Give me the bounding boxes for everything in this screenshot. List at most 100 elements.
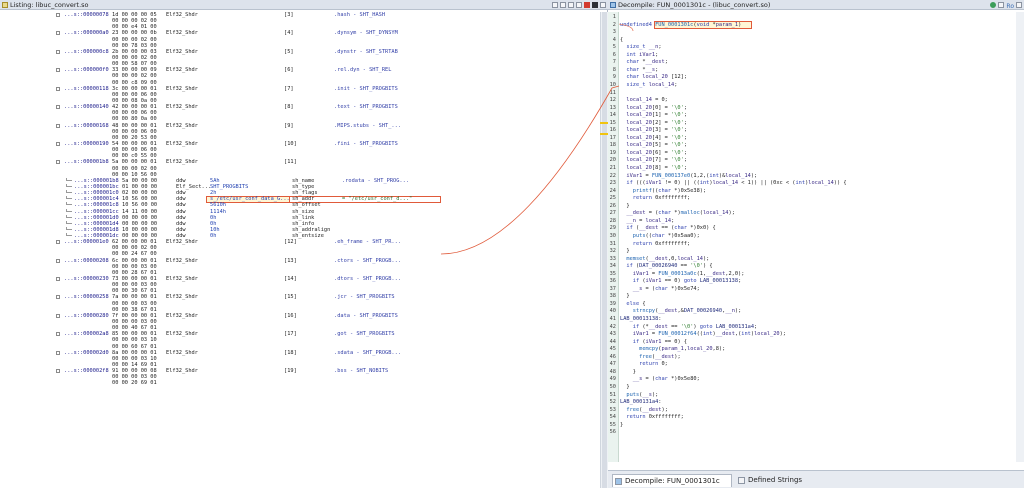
code-line[interactable]: int iVar1; (620, 52, 658, 58)
code-line[interactable]: if (((iVar1 != 0) || ((int)local_14 < 1)… (620, 180, 846, 186)
code-line[interactable]: __n = local_14; (620, 218, 674, 224)
read-only-toggle[interactable]: Ro (1006, 2, 1014, 9)
code-line[interactable]: printf((char *)0x5e38); (620, 188, 706, 194)
tree-line (66, 233, 72, 237)
code-line[interactable]: __dest = (char *)malloc(local_14); (620, 210, 735, 216)
code-line[interactable]: LAB_00013138: (620, 316, 661, 322)
code-line[interactable]: local_20[7] = '\0'; (620, 157, 687, 163)
code-line[interactable]: if (*__dest == '\0') goto LAB_000131a4; (620, 324, 757, 330)
code-line[interactable]: __s = (char *)0x5e74; (620, 286, 700, 292)
line-number: 37 (609, 285, 616, 292)
code-line[interactable]: } (620, 248, 629, 254)
snapshot-icon[interactable] (998, 2, 1005, 8)
listing-title: Listing: libuc_convert.so (10, 1, 89, 9)
code-line[interactable]: } (620, 203, 629, 209)
expand-icon[interactable] (56, 13, 60, 17)
line-number: 25 (609, 195, 616, 202)
listing-row[interactable]: 00 00 20 69 01 (0, 380, 600, 386)
code-line[interactable]: char local_20 [12]; (620, 74, 687, 80)
decompile-scrollbar[interactable] (1016, 12, 1024, 462)
code-line[interactable]: iVar1 = FUN_000137e0(1,2,(int)&local_14)… (620, 173, 757, 179)
line-number: 43 (609, 331, 616, 338)
code-line[interactable]: local_20[3] = '\0'; (620, 127, 687, 133)
code-line[interactable]: if (__dest == (char *)0x0) { (620, 225, 715, 231)
code-line[interactable]: puts((char *)0x5aa0); (620, 233, 700, 239)
expand-icon[interactable] (56, 313, 60, 318)
close-icon[interactable] (600, 2, 606, 8)
code-line[interactable]: iVar1 = FUN_00013a0c(1,__dest,2,0); (620, 271, 745, 277)
line-number: 23 (609, 180, 616, 187)
listing-rows[interactable]: ...s::00000078 1d 00 00 00 05 Elf32_Shdr [3… (0, 12, 600, 484)
code-line[interactable]: { (620, 37, 623, 43)
code-line[interactable]: memcpy(param_1,local_20,8); (620, 346, 725, 352)
code-line[interactable]: return 0; (620, 361, 668, 367)
copy-icon[interactable] (560, 2, 566, 8)
decompile-code[interactable]: 1 2 undefined4 FUN_0001301c(void *param_1)… (608, 12, 1024, 462)
code-line[interactable]: local_20[0] = '\0'; (620, 105, 687, 111)
code-line[interactable]: return 0xffffffff; (620, 241, 690, 247)
code-line[interactable]: strncpy(__dest,&DAT_00026940,__n); (620, 308, 742, 314)
expand-icon[interactable] (56, 350, 60, 355)
expand-icon[interactable] (56, 68, 60, 73)
expand-icon[interactable] (56, 240, 60, 245)
code-line[interactable]: local_20[6] = '\0'; (620, 150, 687, 156)
line-number: 24 (609, 187, 616, 194)
code-line[interactable]: } (620, 293, 629, 299)
code-line[interactable]: if (DAT_00026940 == '\0') { (620, 263, 712, 269)
code-line[interactable]: } (620, 422, 623, 428)
code-line[interactable]: return 0xffffffff; (620, 414, 683, 420)
line-number: 13 (609, 104, 616, 111)
snapshot-icon[interactable] (552, 2, 558, 8)
tab-defined-strings[interactable]: Defined Strings (736, 474, 846, 487)
home-icon[interactable] (576, 2, 582, 8)
expand-icon[interactable] (56, 295, 60, 300)
code-line[interactable]: local_20[8] = '\0'; (620, 165, 687, 171)
expand-icon[interactable] (56, 160, 60, 165)
code-line[interactable]: free(__dest); (620, 354, 681, 360)
code-line[interactable]: if (iVar1 == 0) { (620, 339, 687, 345)
decompile-title: Decompile: FUN_0001301c - (libuc_convert… (618, 1, 771, 9)
line-number: 49 (609, 376, 616, 383)
code-line[interactable]: } (620, 369, 636, 375)
settings-icon[interactable] (592, 2, 598, 8)
expand-icon[interactable] (56, 105, 60, 110)
expand-icon[interactable] (56, 123, 60, 128)
expand-icon[interactable] (56, 369, 60, 374)
expand-icon[interactable] (56, 277, 60, 282)
code-line[interactable]: char *__s; (620, 67, 658, 73)
line-number: 22 (609, 172, 616, 179)
expand-icon[interactable] (56, 141, 60, 146)
code-line[interactable]: LAB_000131a4: (620, 399, 661, 405)
code-line[interactable]: size_t __n; (620, 44, 661, 50)
code-line[interactable]: puts(__s); (620, 392, 658, 398)
code-line[interactable]: local_20[4] = '\0'; (620, 135, 687, 141)
expand-icon[interactable] (56, 86, 60, 91)
code-line[interactable]: local_20[2] = '\0'; (620, 120, 687, 126)
paste-icon[interactable] (568, 2, 574, 8)
listing-scrollbar[interactable] (600, 12, 608, 488)
code-line[interactable]: else { (620, 301, 645, 307)
expand-icon[interactable] (56, 49, 60, 54)
expand-icon[interactable] (56, 31, 60, 36)
code-line[interactable]: free(__dest); (620, 407, 668, 413)
code-line[interactable]: local_14 = 0; (620, 97, 667, 103)
line-number: 34 (609, 263, 616, 270)
expand-icon[interactable] (56, 332, 60, 337)
code-line[interactable]: __s = (char *)0x5e80; (620, 376, 700, 382)
code-line[interactable]: memset(__dest,0,local_14); (620, 256, 709, 262)
tab-decompile[interactable]: Decompile: FUN_0001301c (612, 474, 732, 487)
code-line[interactable]: local_20[5] = '\0'; (620, 142, 687, 148)
close-icon[interactable] (1016, 2, 1022, 8)
code-line[interactable]: iVar1 = FUN_00012f64((int)__dest,(int)lo… (620, 331, 786, 337)
code-line[interactable]: undefined4 FUN_0001301c(void *param_1) (620, 22, 741, 28)
code-line[interactable]: size_t local_14; (620, 82, 677, 88)
expand-icon[interactable] (56, 258, 60, 263)
code-line[interactable]: } (620, 384, 629, 390)
code-line[interactable]: local_20[1] = '\0'; (620, 112, 687, 118)
code-line[interactable]: if (iVar1 == 0) goto LAB_00013138; (620, 278, 742, 284)
flag-icon[interactable] (584, 2, 590, 8)
code-line[interactable]: return 0xffffffff; (620, 195, 690, 201)
code-line[interactable]: char *__dest; (620, 59, 668, 65)
line-number: 28 (609, 217, 616, 224)
refresh-icon[interactable] (990, 2, 997, 8)
